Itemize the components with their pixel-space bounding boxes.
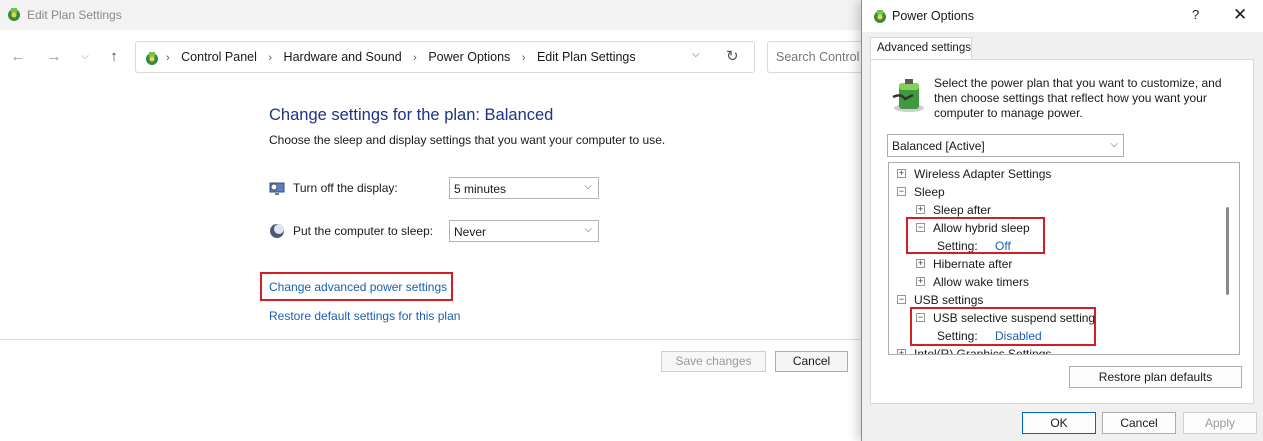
tree-item-label: Sleep	[914, 185, 945, 199]
sleep-timeout-value: Never	[454, 225, 487, 239]
chevron-right-icon: ›	[268, 52, 273, 64]
navigation-bar: ← → ⌵ ↑ › Control Panel › Hardware and S…	[0, 38, 871, 76]
up-arrow-icon[interactable]: ↑	[105, 48, 123, 66]
recent-dropdown-icon[interactable]: ⌵	[76, 48, 94, 66]
breadcrumb-control-panel[interactable]: Control Panel	[181, 50, 257, 64]
power-plan-select[interactable]: Balanced [Active] ⌵	[887, 134, 1124, 157]
moon-icon	[270, 224, 284, 238]
breadcrumb-power-options[interactable]: Power Options	[428, 50, 510, 64]
ok-button[interactable]: OK	[1022, 412, 1096, 434]
sleep-timeout-select[interactable]: Never ⌵	[449, 220, 599, 242]
expand-icon[interactable]: +	[916, 277, 925, 286]
save-changes-button[interactable]: Save changes	[661, 351, 766, 372]
tree-item-label: Intel(R) Graphics Settings	[914, 347, 1052, 355]
chevron-down-icon[interactable]: ⌵	[692, 49, 700, 60]
search-input[interactable]: Search Control P	[767, 41, 871, 73]
chevron-down-icon: ⌵	[584, 181, 592, 192]
display-label: Turn off the display:	[293, 181, 398, 195]
title-bar: Edit Plan Settings	[0, 0, 862, 30]
search-placeholder: Search Control P	[776, 50, 872, 64]
address-bar[interactable]: › Control Panel › Hardware and Sound › P…	[135, 41, 755, 73]
dialog-title: Power Options	[892, 9, 974, 23]
chevron-down-icon: ⌵	[1110, 139, 1118, 150]
breadcrumb: › Control Panel › Hardware and Sound › P…	[166, 50, 636, 64]
advanced-settings-link[interactable]: Change advanced power settings	[269, 280, 447, 294]
tree-item-label: Wireless Adapter Settings	[914, 167, 1052, 181]
dialog-cancel-button[interactable]: Cancel	[1102, 412, 1176, 434]
apply-button[interactable]: Apply	[1183, 412, 1257, 434]
tree-item-label: Hibernate after	[933, 257, 1013, 271]
advanced-settings-panel: Select the power plan that you want to c…	[870, 59, 1254, 404]
tree-item-label: Allow wake timers	[933, 275, 1030, 289]
power-options-icon	[8, 8, 20, 21]
tree-item-label: USB selective suspend setting	[933, 311, 1096, 325]
power-options-icon	[146, 52, 158, 65]
tab-advanced-settings[interactable]: Advanced settings	[870, 37, 972, 60]
scrollbar-thumb[interactable]	[1226, 207, 1229, 295]
tree-item-label: Allow hybrid sleep	[933, 221, 1030, 235]
chevron-right-icon: ›	[166, 52, 170, 64]
display-timeout-value: 5 minutes	[454, 182, 507, 196]
chevron-right-icon: ›	[413, 52, 417, 64]
collapse-icon[interactable]: −	[916, 313, 925, 322]
page-subtitle: Choose the sleep and display settings th…	[269, 133, 666, 147]
expand-icon[interactable]: +	[897, 169, 906, 178]
breadcrumb-hardware-and-sound[interactable]: Hardware and Sound	[284, 50, 402, 64]
window-title: Edit Plan Settings	[27, 8, 122, 22]
battery-plug-icon	[892, 79, 924, 112]
setting-label: Setting:	[937, 329, 978, 343]
expand-icon[interactable]: +	[916, 205, 925, 214]
hybrid-sleep-value[interactable]: Off	[995, 239, 1011, 253]
expand-icon[interactable]: +	[897, 349, 906, 354]
cancel-button[interactable]: Cancel	[775, 351, 848, 372]
setting-label: Setting:	[937, 239, 978, 253]
page-title: Change settings for the plan: Balanced	[269, 106, 554, 124]
usb-suspend-value[interactable]: Disabled	[995, 329, 1042, 343]
power-options-dialog: Power Options ? ✕ Advanced settings Sele…	[861, 0, 1263, 441]
display-timeout-select[interactable]: 5 minutes ⌵	[449, 177, 599, 199]
forward-arrow-icon[interactable]: →	[45, 48, 63, 66]
display-icon	[269, 182, 285, 195]
panel-description: Select the power plan that you want to c…	[934, 76, 1222, 120]
tree-item-label: USB settings	[914, 293, 984, 307]
collapse-icon[interactable]: −	[916, 223, 925, 232]
restore-defaults-link[interactable]: Restore default settings for this plan	[269, 309, 460, 323]
collapse-icon[interactable]: −	[897, 187, 906, 196]
help-icon[interactable]: ?	[1192, 7, 1199, 22]
chevron-right-icon: ›	[521, 52, 526, 64]
restore-plan-defaults-button[interactable]: Restore plan defaults	[1069, 366, 1242, 388]
settings-tree[interactable]: + Wireless Adapter Settings − Sleep + Sl…	[888, 162, 1240, 355]
close-icon[interactable]: ✕	[1233, 5, 1247, 25]
collapse-icon[interactable]: −	[897, 295, 906, 304]
expand-icon[interactable]: +	[916, 259, 925, 268]
power-plan-value: Balanced [Active]	[892, 139, 985, 153]
tab-label: Advanced settings	[877, 42, 971, 54]
breadcrumb-edit-plan-settings[interactable]: Edit Plan Settings	[537, 50, 636, 64]
refresh-icon[interactable]: ↻	[726, 47, 739, 65]
back-arrow-icon[interactable]: ←	[9, 48, 27, 66]
power-options-icon	[874, 10, 886, 23]
divider	[0, 339, 862, 340]
dialog-title-bar: Power Options ? ✕	[862, 0, 1263, 32]
tree-item-label: Sleep after	[933, 203, 992, 217]
sleep-label: Put the computer to sleep:	[293, 224, 434, 238]
chevron-down-icon: ⌵	[584, 224, 592, 235]
